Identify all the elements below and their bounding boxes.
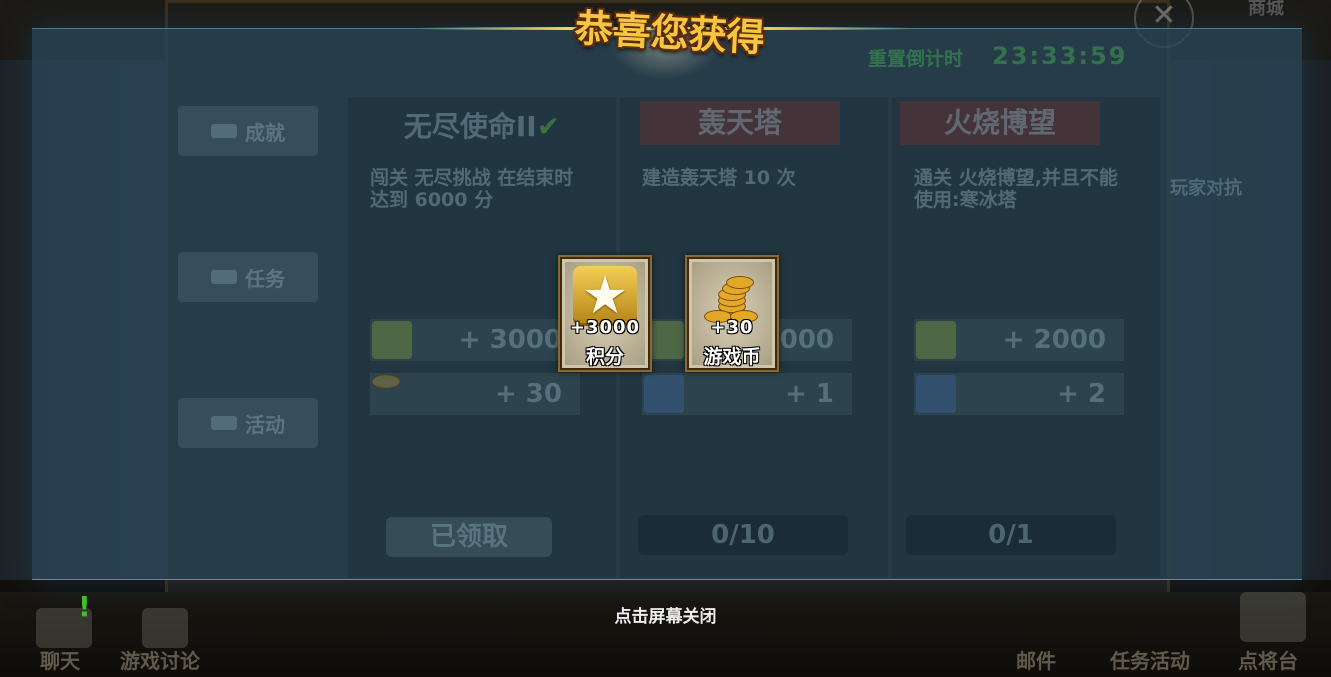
progress-bar: 0/10 — [638, 515, 848, 555]
reward-amount: +30 — [710, 317, 754, 338]
task-title: 无尽使命II✔ — [403, 110, 561, 143]
reset-timer-label: 重置倒计时 — [868, 48, 964, 70]
task-description: 通关 火烧博望,并且不能使用:寒冰塔 — [914, 167, 1118, 211]
quest-icon — [211, 270, 237, 284]
task-title: 轰天塔 — [640, 101, 840, 145]
reward-row: + 30 — [370, 373, 580, 415]
task-description: 建造轰天塔 10 次 — [642, 167, 796, 189]
claimed-button[interactable]: 已领取 — [386, 517, 552, 557]
pvp-label: 玩家对抗 — [1170, 178, 1242, 199]
tab-label: 成就 — [245, 120, 285, 145]
reset-timer-value: 23:33:59 — [992, 42, 1128, 70]
banner-icon[interactable] — [1240, 592, 1306, 642]
reward-row: + 2 — [914, 373, 1124, 415]
task-description: 闯关 无尽挑战 在结束时达到 6000 分 — [370, 167, 574, 211]
reward-row: + 1 — [642, 373, 852, 415]
shield-icon — [644, 375, 684, 413]
tab-label: 活动 — [245, 412, 285, 437]
tab-label: 任务 — [245, 266, 285, 291]
lightning-icon — [211, 416, 237, 430]
nav-mail[interactable]: 邮件 — [1016, 645, 1056, 674]
shop-label[interactable]: 商城 — [1248, 0, 1284, 20]
card-inner: +30 游戏币 — [692, 262, 772, 368]
progress-bar: 0/1 — [906, 515, 1116, 555]
shield-icon — [916, 375, 956, 413]
tap-to-close-hint[interactable]: 点击屏幕关闭 — [0, 602, 1331, 627]
nav-chat[interactable]: 聊天 — [40, 645, 80, 674]
reward-row: + 2000 — [914, 319, 1124, 361]
tab-achievements[interactable]: 成就 — [178, 106, 318, 156]
reward-amount: +3000 — [569, 317, 641, 338]
task-card-3: 火烧博望 通关 火烧博望,并且不能使用:寒冰塔 + 2000 + 2 0/1 — [892, 97, 1160, 577]
trophy-icon — [211, 124, 237, 138]
tab-tasks[interactable]: 任务 — [178, 252, 318, 302]
nav-generals[interactable]: 点将台 — [1238, 645, 1298, 674]
reward-name: 积分 — [585, 346, 624, 368]
nav-discussion[interactable]: 游戏讨论 — [120, 645, 200, 674]
reward-row: + 3000 — [370, 319, 580, 361]
nav-quests[interactable]: 任务活动 — [1110, 645, 1190, 674]
card-inner: ★ +3000 积分 — [565, 262, 645, 368]
discussion-icon[interactable] — [142, 608, 188, 648]
star-icon — [916, 321, 956, 359]
star-icon — [372, 321, 412, 359]
reward-name: 游戏币 — [703, 346, 761, 368]
task-title: 火烧博望 — [900, 101, 1100, 145]
reward-card-points: ★ +3000 积分 — [558, 255, 652, 372]
alert-icon: ! — [78, 590, 91, 623]
tab-events[interactable]: 活动 — [178, 398, 318, 448]
reward-card-coins: +30 游戏币 — [685, 255, 779, 372]
coin-icon — [372, 375, 400, 388]
check-icon: ✔ — [536, 110, 561, 143]
coin-stack-icon — [704, 272, 758, 323]
